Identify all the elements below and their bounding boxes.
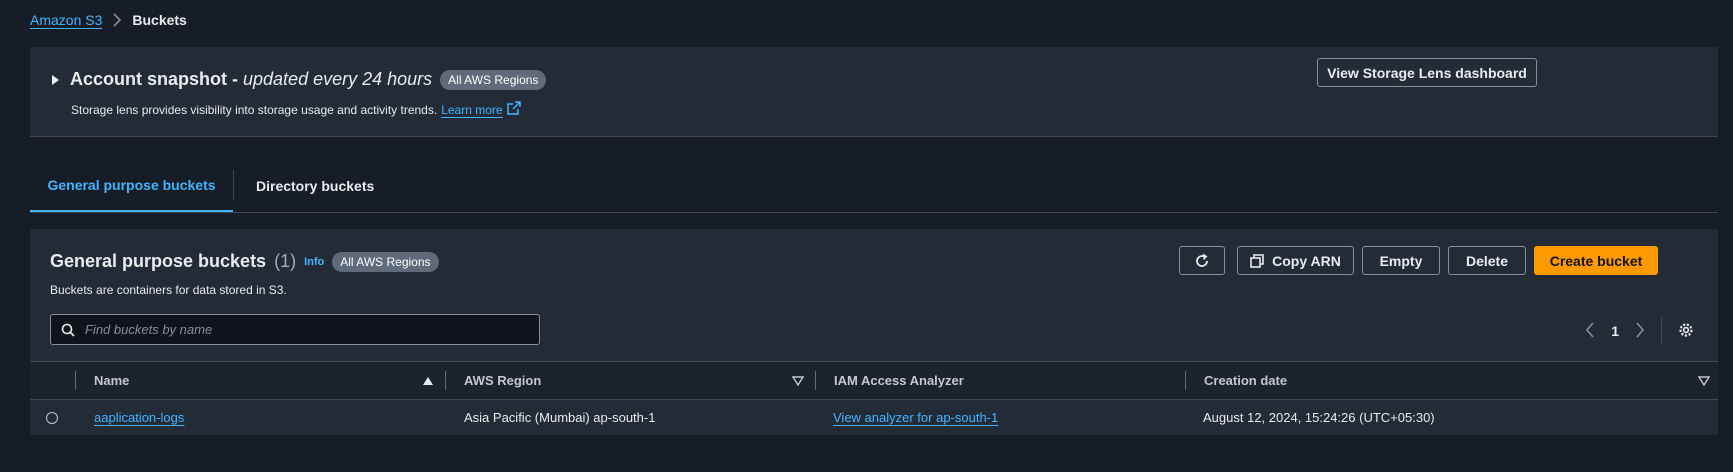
tab-general-purpose-buckets[interactable]: General purpose buckets xyxy=(30,160,233,212)
view-analyzer-link[interactable]: View analyzer for ap-south-1 xyxy=(833,410,998,425)
bucket-search xyxy=(50,314,540,345)
chevron-right-icon xyxy=(112,13,122,27)
pager-divider xyxy=(1661,317,1662,345)
external-link-icon[interactable] xyxy=(506,101,521,118)
learn-more-link[interactable]: Learn more xyxy=(441,103,502,117)
info-link[interactable]: Info xyxy=(304,256,324,268)
bucket-type-tabs: General purpose buckets Directory bucket… xyxy=(30,160,1718,213)
snapshot-description: Storage lens provides visibility into st… xyxy=(71,101,521,118)
search-input[interactable] xyxy=(83,321,527,338)
column-separator xyxy=(815,371,816,390)
snapshot-title-italic: updated every 24 hours xyxy=(243,69,433,89)
snapshot-title[interactable]: Account snapshot - updated every 24 hour… xyxy=(70,69,547,90)
bucket-name-link[interactable]: aaplication-logs xyxy=(94,410,184,425)
buckets-heading: General purpose buckets (1) Info All AWS… xyxy=(50,251,439,272)
chevron-left-icon[interactable] xyxy=(1585,321,1595,341)
region-badge: All AWS Regions xyxy=(332,251,439,272)
sort-icon[interactable] xyxy=(792,362,804,399)
refresh-icon xyxy=(1196,253,1208,267)
row-select-radio[interactable] xyxy=(46,400,58,435)
region-badge: All AWS Regions xyxy=(440,69,547,90)
sort-icon[interactable] xyxy=(1698,362,1710,399)
breadcrumb-amazon-s3[interactable]: Amazon S3 xyxy=(30,12,102,28)
refresh-button[interactable] xyxy=(1179,246,1225,275)
bucket-region: Asia Pacific (Mumbai) ap-south-1 xyxy=(464,410,656,425)
account-snapshot-panel: Account snapshot - updated every 24 hour… xyxy=(30,47,1718,137)
column-header-creation-date[interactable]: Creation date xyxy=(1204,362,1287,399)
column-separator xyxy=(445,371,446,390)
buckets-title: General purpose buckets xyxy=(50,251,267,271)
column-header-analyzer: IAM Access Analyzer xyxy=(834,373,964,388)
snapshot-title-text: Account snapshot - xyxy=(70,69,244,89)
column-header-name[interactable]: Name xyxy=(94,362,129,399)
table-row: aaplication-logs Asia Pacific (Mumbai) a… xyxy=(30,400,1718,435)
bucket-creation-date: August 12, 2024, 15:24:26 (UTC+05:30) xyxy=(1203,410,1435,425)
copy-arn-button[interactable]: Copy ARN xyxy=(1237,246,1354,275)
buckets-count: (1) xyxy=(274,251,297,271)
tab-directory-buckets[interactable]: Directory buckets xyxy=(256,160,374,212)
current-page[interactable]: 1 xyxy=(1611,323,1619,339)
gear-icon[interactable] xyxy=(1678,322,1694,341)
copy-arn-label: Copy ARN xyxy=(1272,252,1341,269)
sort-ascending-icon[interactable] xyxy=(422,362,434,399)
delete-button[interactable]: Delete xyxy=(1448,246,1526,275)
chevron-right-icon[interactable] xyxy=(1635,321,1645,341)
copy-icon xyxy=(1250,253,1264,268)
general-purpose-buckets-panel: General purpose buckets (1) Info All AWS… xyxy=(30,229,1718,435)
breadcrumb: Amazon S3 Buckets xyxy=(30,12,187,28)
snapshot-description-text: Storage lens provides visibility into st… xyxy=(71,102,438,117)
caret-right-icon[interactable] xyxy=(50,73,60,91)
breadcrumb-current: Buckets xyxy=(132,12,187,28)
tab-divider xyxy=(233,170,234,200)
column-header-region[interactable]: AWS Region xyxy=(464,362,541,399)
empty-button[interactable]: Empty xyxy=(1362,246,1440,275)
buckets-description: Buckets are containers for data stored i… xyxy=(50,283,287,297)
view-storage-lens-button[interactable]: View Storage Lens dashboard xyxy=(1317,58,1537,87)
pagination: 1 xyxy=(1585,317,1694,345)
table-header: Name AWS Region IAM Access Analyzer Crea… xyxy=(30,361,1718,400)
column-separator xyxy=(1185,371,1186,390)
column-separator xyxy=(75,371,76,390)
search-icon xyxy=(61,323,75,337)
create-bucket-button[interactable]: Create bucket xyxy=(1534,246,1658,275)
